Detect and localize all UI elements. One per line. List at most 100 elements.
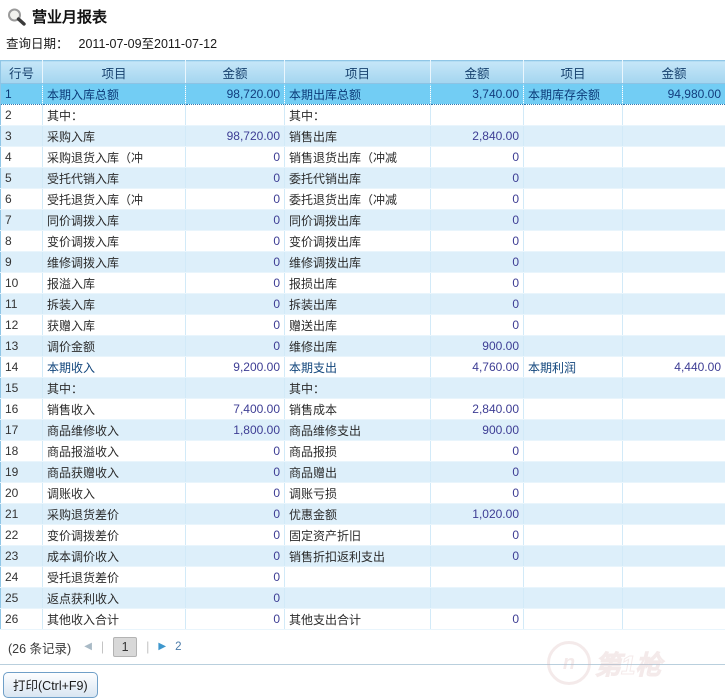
amount-cell <box>431 567 524 588</box>
table-row[interactable]: 11拆装入库0拆装出库0 <box>1 294 725 315</box>
amount-cell: 0 <box>186 504 285 525</box>
item-cell <box>524 567 623 588</box>
item-cell <box>524 294 623 315</box>
table-row[interactable]: 15其中：其中： <box>1 378 725 399</box>
row-number: 21 <box>1 504 43 525</box>
amount-cell <box>623 273 725 294</box>
table-row[interactable]: 16销售收入7,400.00销售成本2,840.00 <box>1 399 725 420</box>
col-header-amount-1: 金额 <box>186 61 285 84</box>
item-cell: 销售收入 <box>43 399 186 420</box>
table-row[interactable]: 19商品获赠收入0商品赠出0 <box>1 462 725 483</box>
amount-cell <box>431 105 524 126</box>
item-cell <box>524 441 623 462</box>
table-row[interactable]: 13调价金额0维修出库900.00 <box>1 336 725 357</box>
amount-cell: 0 <box>431 147 524 168</box>
amount-cell <box>623 252 725 273</box>
table-row[interactable]: 1本期入库总额98,720.00本期出库总额3,740.00本期库存余额94,9… <box>1 84 725 105</box>
table-row[interactable]: 10报溢入库0报损出库0 <box>1 273 725 294</box>
amount-cell <box>431 378 524 399</box>
table-row[interactable]: 3采购入库98,720.00销售出库2,840.00 <box>1 126 725 147</box>
item-cell: 同价调拨出库 <box>285 210 431 231</box>
row-number: 24 <box>1 567 43 588</box>
item-cell: 本期收入 <box>43 357 186 378</box>
amount-cell: 98,720.00 <box>186 84 285 105</box>
item-cell <box>524 609 623 630</box>
amount-cell: 0 <box>186 462 285 483</box>
table-row[interactable]: 21采购退货差价0优惠金额1,020.00 <box>1 504 725 525</box>
page-2-link[interactable]: 2 <box>175 641 181 653</box>
pagination-bar: (26 条记录) ◀ | 1 | ▶ 2 <box>0 630 725 665</box>
item-cell <box>524 336 623 357</box>
table-row[interactable]: 24受托退货差价0 <box>1 567 725 588</box>
amount-cell: 4,440.00 <box>623 357 725 378</box>
amount-cell <box>623 378 725 399</box>
row-number: 16 <box>1 399 43 420</box>
query-date-line: 查询日期：2011-07-09至2011-07-12 <box>0 29 725 60</box>
amount-cell: 2,840.00 <box>431 126 524 147</box>
item-cell: 商品报损 <box>285 441 431 462</box>
row-number: 4 <box>1 147 43 168</box>
col-header-item-2: 项目 <box>285 61 431 84</box>
item-cell: 优惠金额 <box>285 504 431 525</box>
item-cell <box>524 315 623 336</box>
item-cell <box>524 231 623 252</box>
item-cell: 受托退货差价 <box>43 567 186 588</box>
item-cell: 报溢入库 <box>43 273 186 294</box>
item-cell <box>524 504 623 525</box>
item-cell <box>524 483 623 504</box>
item-cell: 调账亏损 <box>285 483 431 504</box>
amount-cell <box>623 525 725 546</box>
item-cell: 受托退货入库（冲 <box>43 189 186 210</box>
amount-cell: 98,720.00 <box>186 126 285 147</box>
table-row[interactable]: 14本期收入9,200.00本期支出4,760.00本期利润4,440.00 <box>1 357 725 378</box>
table-row[interactable]: 22变价调拨差价0固定资产折旧0 <box>1 525 725 546</box>
next-page-icon[interactable]: ▶ <box>158 642 166 652</box>
row-number: 22 <box>1 525 43 546</box>
row-number: 14 <box>1 357 43 378</box>
table-row[interactable]: 26其他收入合计0其他支出合计0 <box>1 609 725 630</box>
amount-cell: 900.00 <box>431 336 524 357</box>
row-number: 11 <box>1 294 43 315</box>
item-cell: 赠送出库 <box>285 315 431 336</box>
row-number: 2 <box>1 105 43 126</box>
query-date-value: 2011-07-09至2011-07-12 <box>79 37 218 51</box>
table-row[interactable]: 5受托代销入库0委托代销出库0 <box>1 168 725 189</box>
current-page-box[interactable]: 1 <box>113 637 137 657</box>
row-number: 17 <box>1 420 43 441</box>
table-row[interactable]: 23成本调价收入0销售折扣返利支出0 <box>1 546 725 567</box>
row-number: 8 <box>1 231 43 252</box>
toolbar-bottom: 打印(Ctrl+F9) <box>0 665 725 698</box>
amount-cell: 900.00 <box>431 420 524 441</box>
prev-page-icon[interactable]: ◀ <box>84 642 92 652</box>
col-header-rownum: 行号 <box>1 61 43 84</box>
table-row[interactable]: 2其中：其中： <box>1 105 725 126</box>
row-number: 9 <box>1 252 43 273</box>
table-row[interactable]: 20调账收入0调账亏损0 <box>1 483 725 504</box>
print-button[interactable]: 打印(Ctrl+F9) <box>3 672 98 698</box>
row-number: 1 <box>1 84 43 105</box>
amount-cell <box>623 231 725 252</box>
table-row[interactable]: 8变价调拨入库0变价调拨出库0 <box>1 231 725 252</box>
amount-cell: 0 <box>186 483 285 504</box>
table-row[interactable]: 25返点获利收入0 <box>1 588 725 609</box>
item-cell <box>524 168 623 189</box>
item-cell: 委托代销出库 <box>285 168 431 189</box>
table-row[interactable]: 6受托退货入库（冲0委托退货出库（冲减0 <box>1 189 725 210</box>
table-row[interactable]: 4采购退货入库（冲0销售退货出库（冲减0 <box>1 147 725 168</box>
item-cell: 其中： <box>43 378 186 399</box>
amount-cell <box>623 588 725 609</box>
monthly-report-table: 行号 项目 金额 项目 金额 项目 金额 1本期入库总额98,720.00本期出… <box>0 60 725 630</box>
table-row[interactable]: 9维修调拨入库0维修调拨出库0 <box>1 252 725 273</box>
table-row[interactable]: 17商品维修收入1,800.00商品维修支出900.00 <box>1 420 725 441</box>
amount-cell <box>623 168 725 189</box>
table-row[interactable]: 18商品报溢收入0商品报损0 <box>1 441 725 462</box>
amount-cell <box>623 147 725 168</box>
amount-cell: 1,020.00 <box>431 504 524 525</box>
amount-cell: 0 <box>186 210 285 231</box>
table-row[interactable]: 12获赠入库0赠送出库0 <box>1 315 725 336</box>
table-row[interactable]: 7同价调拨入库0同价调拨出库0 <box>1 210 725 231</box>
amount-cell: 0 <box>186 525 285 546</box>
item-cell: 其中： <box>43 105 186 126</box>
item-cell: 采购退货差价 <box>43 504 186 525</box>
amount-cell: 0 <box>431 441 524 462</box>
